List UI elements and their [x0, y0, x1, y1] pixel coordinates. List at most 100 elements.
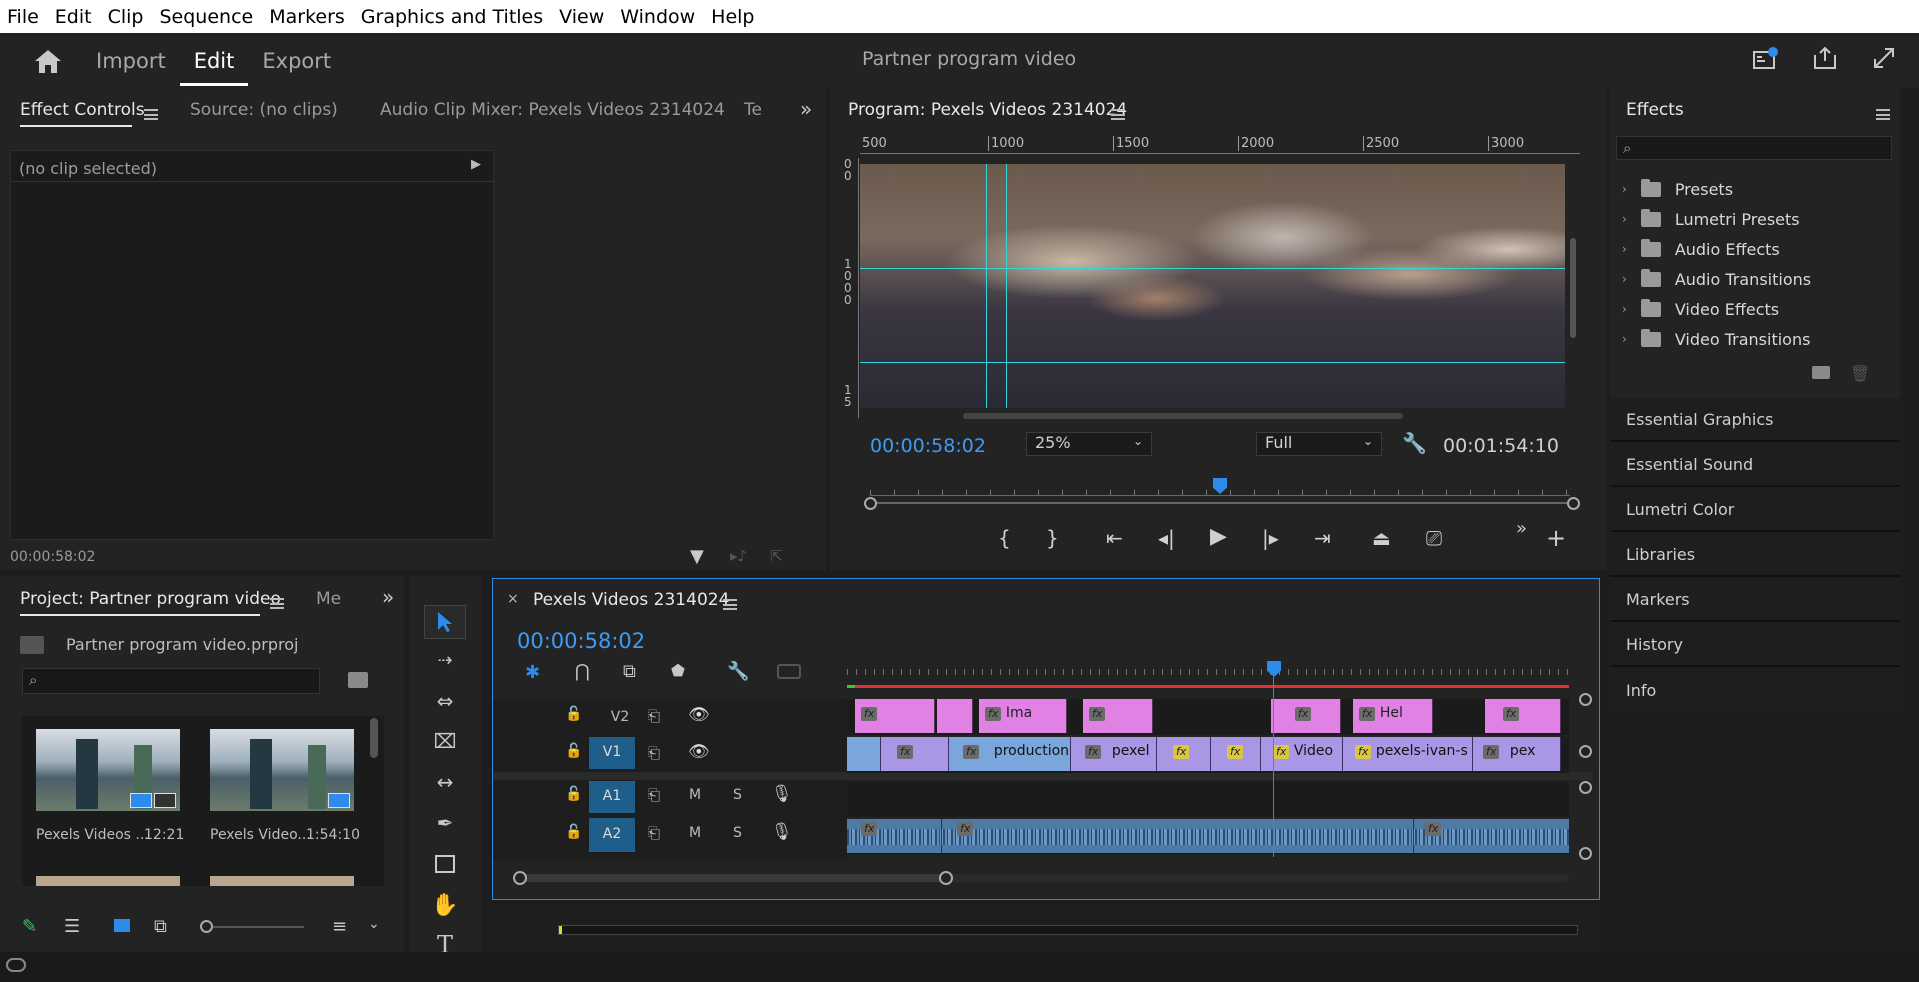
menu-graphics-titles[interactable]: Graphics and Titles — [354, 6, 552, 28]
list-view-icon[interactable]: ☰ — [64, 916, 80, 937]
sync-lock-icon[interactable]: ⎗ — [648, 824, 660, 842]
track-a2-label[interactable]: A2 — [589, 818, 635, 852]
extract-icon[interactable]: ⎚ — [1426, 526, 1442, 550]
v2-clip[interactable]: fx Ima — [979, 699, 1067, 733]
solo-button[interactable]: S — [733, 787, 742, 803]
v2-clip[interactable]: fx — [1485, 699, 1561, 733]
mark-in-icon[interactable]: { — [998, 526, 1011, 550]
razor-tool-icon[interactable]: ⌧ — [424, 724, 466, 758]
timeline-zoom-thumb[interactable] — [519, 874, 943, 882]
go-to-out-icon[interactable]: ⇥ — [1314, 526, 1331, 550]
v1-clip[interactable]: fx — [881, 737, 949, 771]
transport-overflow-icon[interactable]: » — [1516, 518, 1527, 539]
lock-icon[interactable]: 🔓 — [565, 706, 582, 722]
project-item-thumbnail[interactable] — [210, 729, 354, 811]
zoom-handle-right[interactable] — [939, 871, 953, 885]
in-point-handle[interactable] — [864, 497, 877, 510]
tab-edit[interactable]: Edit — [179, 49, 249, 86]
a2-audio-clip[interactable]: fx fx fx — [847, 819, 1569, 853]
track-scroll-handle[interactable] — [1579, 781, 1592, 794]
resolution-select[interactable]: Full ⌄ — [1256, 432, 1382, 456]
timeline-ruler[interactable] — [847, 663, 1569, 675]
menu-file[interactable]: File — [0, 6, 48, 28]
icon-view-icon[interactable] — [114, 919, 130, 932]
tab-export[interactable]: Export — [248, 49, 345, 73]
creative-cloud-icon[interactable] — [6, 958, 26, 972]
slip-tool-icon[interactable]: ↔ — [424, 765, 466, 799]
panel-history[interactable]: History — [1610, 623, 1900, 667]
effects-folder-lumetri-presets[interactable]: › Lumetri Presets — [1618, 205, 1893, 233]
panel-markers[interactable]: Markers — [1610, 578, 1900, 622]
panel-overflow-icon[interactable]: » — [800, 97, 812, 121]
ripple-edit-tool-icon[interactable]: ⇔ — [424, 684, 466, 718]
freeform-view-icon[interactable]: ⧉ — [154, 916, 167, 937]
button-editor-plus-icon[interactable]: + — [1546, 524, 1566, 552]
video-frame[interactable] — [860, 164, 1565, 408]
menu-view[interactable]: View — [552, 6, 613, 28]
project-search-input[interactable]: ⌕ — [22, 668, 320, 694]
close-icon[interactable]: × — [507, 591, 519, 607]
go-to-in-icon[interactable]: ⇤ — [1106, 526, 1123, 550]
menu-window[interactable]: Window — [613, 6, 704, 28]
menu-help[interactable]: Help — [704, 6, 763, 28]
panel-menu-icon[interactable] — [1111, 109, 1125, 120]
tab-import[interactable]: Import — [82, 49, 180, 73]
add-marker-icon[interactable]: ⬟ — [671, 661, 685, 680]
pencil-icon[interactable]: ✎ — [22, 916, 37, 937]
tab-audio-clip-mixer[interactable]: Audio Clip Mixer: Pexels Videos 2314024 — [380, 100, 725, 120]
lift-icon[interactable]: ⏏ — [1372, 526, 1391, 550]
effects-folder-video-transitions[interactable]: › Video Transitions — [1618, 325, 1893, 353]
share-export-icon[interactable] — [1812, 45, 1838, 71]
v1-clip[interactable]: fx pexels-ivan-s — [1343, 737, 1473, 771]
menu-sequence[interactable]: Sequence — [152, 6, 262, 28]
panel-essential-sound[interactable]: Essential Sound — [1610, 443, 1900, 487]
linked-selection-icon[interactable]: ⧉ — [623, 661, 636, 682]
wrench-settings-icon[interactable]: 🔧 — [1402, 431, 1427, 455]
v1-clip[interactable]: fx — [1211, 737, 1261, 771]
out-point-handle[interactable] — [1567, 497, 1580, 510]
timeline-timecode[interactable]: 00:00:58:02 — [517, 629, 645, 653]
step-forward-icon[interactable]: |▸ — [1262, 526, 1279, 550]
panel-menu-icon[interactable] — [270, 598, 284, 609]
panel-info[interactable]: Info — [1610, 668, 1900, 712]
v2-clip[interactable]: fx — [1083, 699, 1153, 733]
tab-media-browser[interactable]: Me — [316, 589, 341, 609]
panel-menu-icon[interactable] — [144, 109, 158, 120]
zoom-handle-left[interactable] — [513, 871, 527, 885]
new-search-bin-icon[interactable] — [348, 672, 368, 688]
mute-button[interactable]: M — [689, 787, 701, 803]
rectangle-tool-icon[interactable] — [424, 847, 466, 881]
v1-clip[interactable]: fx — [1157, 737, 1211, 771]
tab-effect-controls[interactable]: Effect Controls — [20, 100, 145, 120]
sequence-tab[interactable]: Pexels Videos 2314024 — [533, 590, 729, 610]
v1-clip[interactable]: fx pexel — [1071, 737, 1157, 771]
v2-clip[interactable] — [937, 699, 973, 733]
track-scroll-handle[interactable] — [1579, 847, 1592, 860]
project-item-thumbnail[interactable] — [36, 729, 180, 811]
quick-export-status-icon[interactable] — [1752, 47, 1778, 71]
lock-icon[interactable]: 🔓 — [565, 824, 582, 840]
track-v1-label[interactable]: V1 — [589, 737, 635, 769]
thumbnail-zoom-slider[interactable] — [204, 926, 304, 928]
solo-button[interactable]: S — [733, 825, 742, 841]
home-icon[interactable] — [34, 48, 62, 74]
snap-magnet-icon[interactable]: ⋂ — [575, 661, 590, 682]
project-scrollbar[interactable] — [370, 718, 378, 758]
wrench-icon[interactable]: 🔧 — [727, 661, 749, 682]
effects-folder-video-effects[interactable]: › Video Effects — [1618, 295, 1893, 323]
microphone-icon[interactable]: 🎙 — [771, 822, 793, 842]
step-back-icon[interactable]: ◂| — [1158, 526, 1175, 550]
mute-button[interactable]: M — [689, 825, 701, 841]
panel-overflow-icon[interactable]: » — [382, 585, 394, 609]
zoom-select[interactable]: 25% ⌄ — [1026, 432, 1152, 456]
menu-edit[interactable]: Edit — [48, 6, 101, 28]
tab-source[interactable]: Source: (no clips) — [190, 100, 338, 120]
panel-menu-icon[interactable] — [1876, 109, 1890, 120]
v1-clip[interactable]: fx production l — [949, 737, 1071, 771]
lock-icon[interactable]: 🔓 — [565, 786, 582, 802]
effects-folder-audio-effects[interactable]: › Audio Effects — [1618, 235, 1893, 263]
mark-out-icon[interactable]: } — [1046, 526, 1059, 550]
eye-icon[interactable]: 👁 — [688, 705, 710, 725]
menu-markers[interactable]: Markers — [262, 6, 354, 28]
panel-menu-icon[interactable] — [723, 599, 737, 610]
